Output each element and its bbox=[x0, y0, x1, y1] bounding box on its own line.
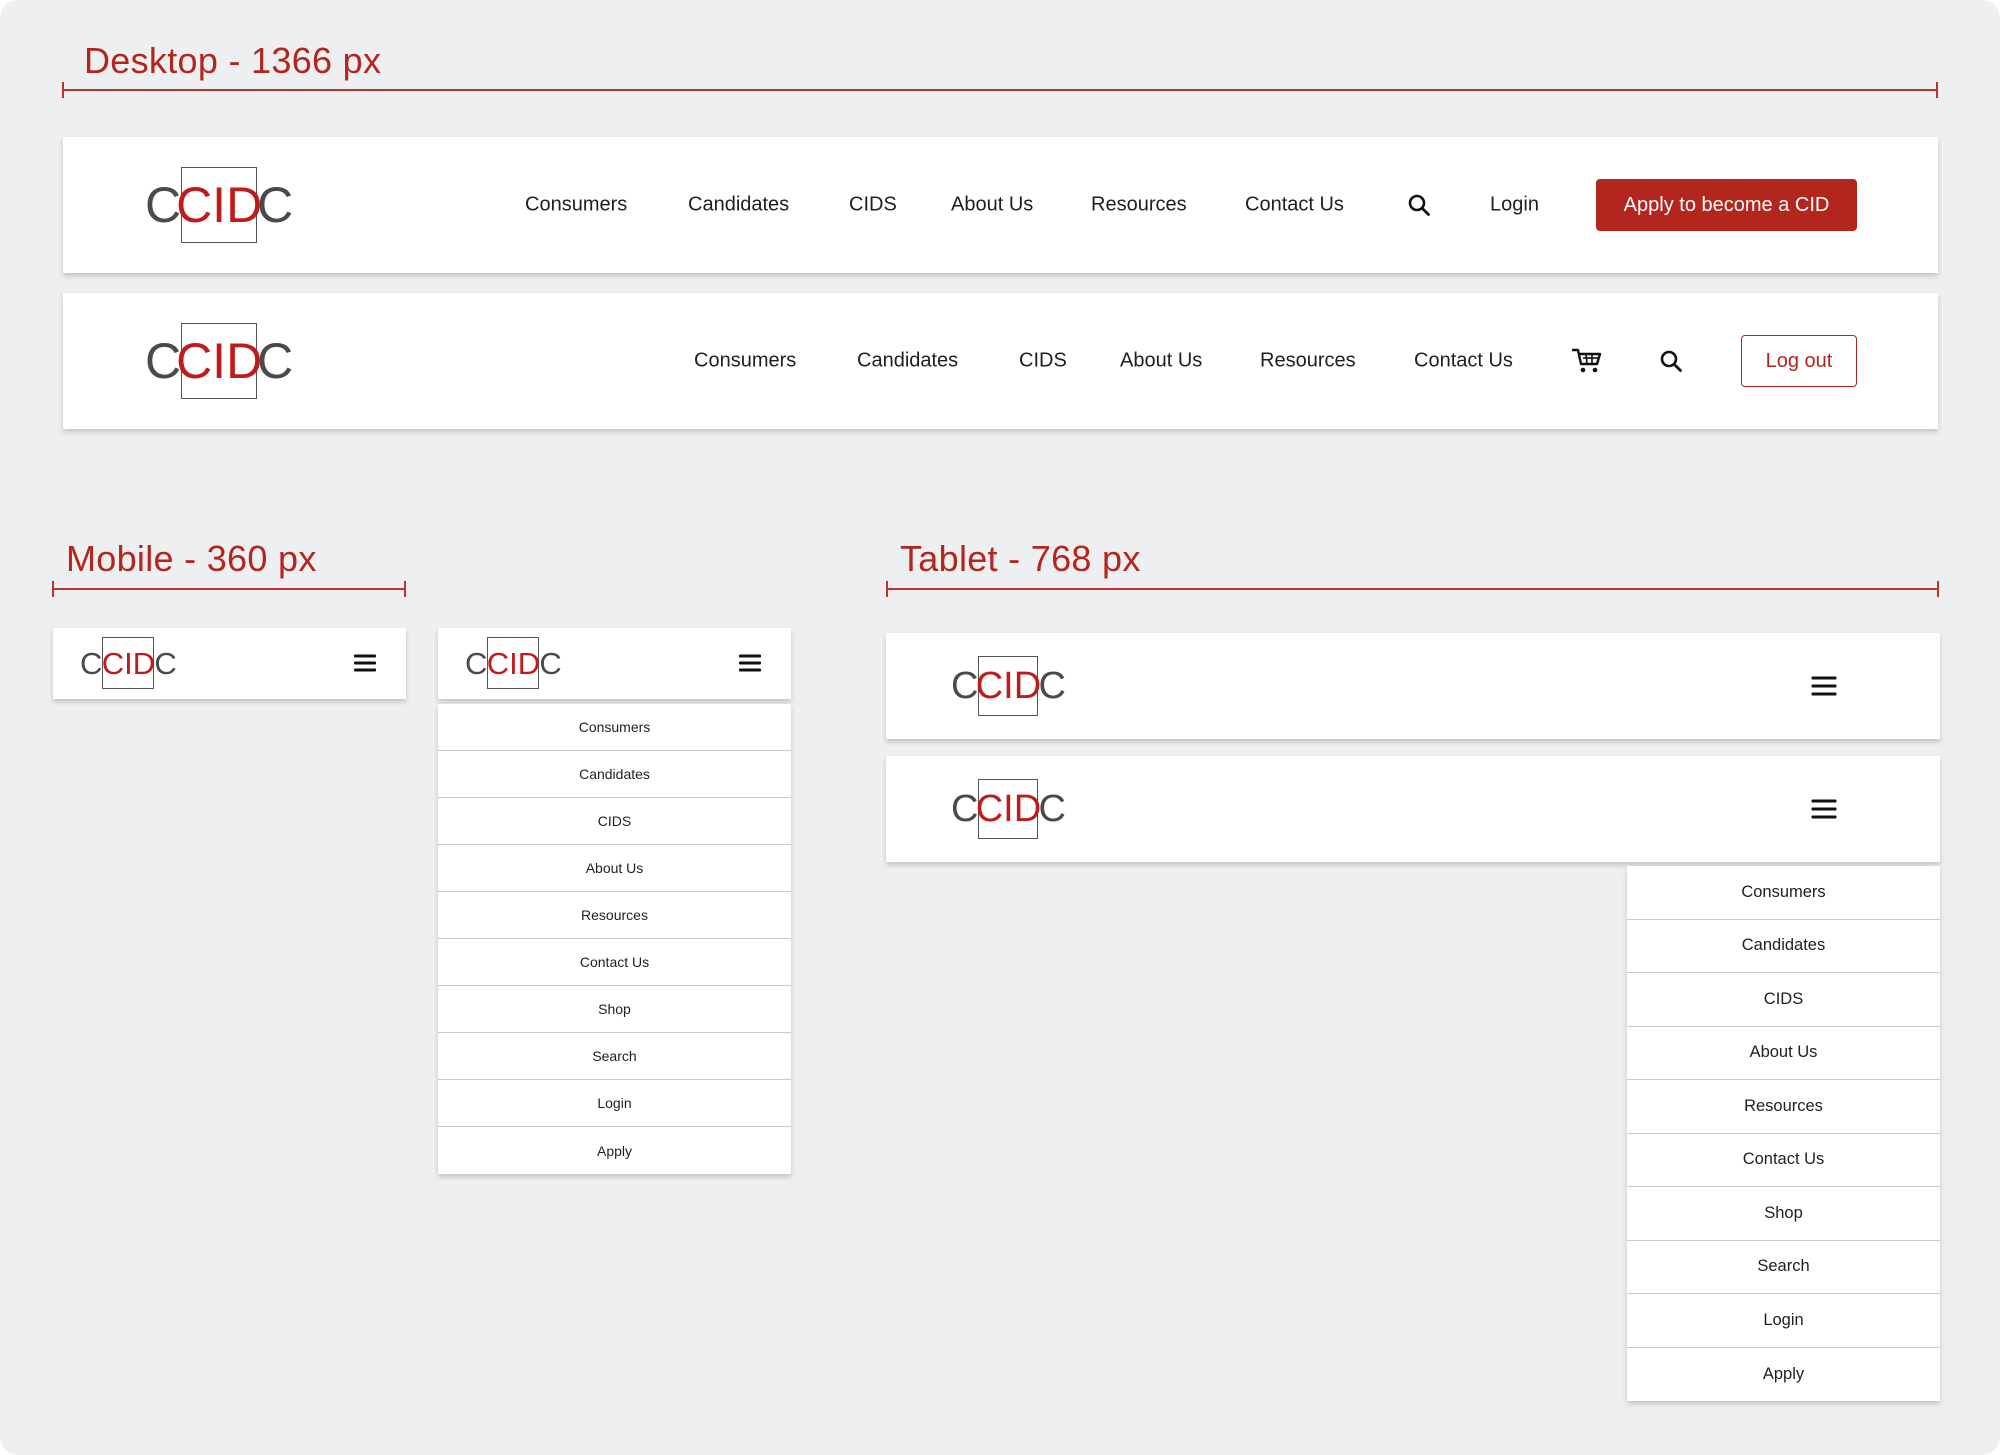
ccidc-logo[interactable]: C CID C bbox=[951, 779, 1066, 839]
logo-box: CID bbox=[976, 656, 1041, 716]
nav-contact-us[interactable]: Contact Us bbox=[1245, 194, 1344, 217]
artboard: Desktop - 1366 px C CID C Consumers Candid… bbox=[0, 0, 2000, 1455]
menu-item-shop[interactable]: Shop bbox=[438, 986, 791, 1033]
logo-box: CID bbox=[102, 637, 155, 689]
mobile-section-title: Mobile - 360 px bbox=[66, 538, 317, 579]
nav-consumers[interactable]: Consumers bbox=[694, 350, 796, 373]
nav-candidates[interactable]: Candidates bbox=[857, 350, 958, 373]
search-icon[interactable] bbox=[1407, 193, 1431, 217]
mobile-header-expanded: C CID C bbox=[438, 628, 791, 699]
menu-item-candidates[interactable]: Candidates bbox=[438, 751, 791, 798]
tablet-header-expanded: C CID C bbox=[886, 756, 1940, 862]
mobile-dropdown-menu: Consumers Candidates CIDS About Us Resou… bbox=[438, 704, 791, 1174]
menu-item-login[interactable]: Login bbox=[1627, 1294, 1940, 1348]
desktop-header-logged-in: C CID C Consumers Candidates CIDS About Us… bbox=[63, 293, 1938, 429]
tablet-header-collapsed: C CID C bbox=[886, 633, 1940, 739]
menu-item-consumers[interactable]: Consumers bbox=[438, 704, 791, 751]
menu-item-consumers[interactable]: Consumers bbox=[1627, 866, 1940, 920]
ccidc-logo[interactable]: C CID C bbox=[951, 656, 1066, 716]
desktop-section-title: Desktop - 1366 px bbox=[84, 40, 382, 81]
desktop-width-ruler bbox=[62, 82, 1938, 98]
logo-box: CID bbox=[487, 637, 540, 689]
logout-button[interactable]: Log out bbox=[1741, 335, 1857, 387]
nav-resources[interactable]: Resources bbox=[1260, 350, 1356, 373]
logo-box: CID bbox=[176, 323, 262, 399]
menu-item-cids[interactable]: CIDS bbox=[438, 798, 791, 845]
hamburger-menu-icon[interactable] bbox=[354, 654, 376, 672]
nav-about-us[interactable]: About Us bbox=[951, 194, 1033, 217]
tablet-width-ruler bbox=[886, 581, 1939, 597]
menu-item-login[interactable]: Login bbox=[438, 1080, 791, 1127]
mobile-width-ruler bbox=[52, 581, 406, 597]
ccidc-logo[interactable]: C CID C bbox=[145, 167, 293, 243]
tablet-section-title: Tablet - 768 px bbox=[900, 538, 1141, 579]
desktop-header-logged-out: C CID C Consumers Candidates CIDS About Us… bbox=[63, 137, 1938, 273]
menu-item-about-us[interactable]: About Us bbox=[1627, 1027, 1940, 1080]
menu-item-candidates[interactable]: Candidates bbox=[1627, 920, 1940, 973]
search-icon[interactable] bbox=[1659, 349, 1683, 373]
apply-button[interactable]: Apply to become a CID bbox=[1596, 179, 1857, 231]
hamburger-menu-icon[interactable] bbox=[1811, 676, 1837, 696]
menu-item-about-us[interactable]: About Us bbox=[438, 845, 791, 892]
nav-cids[interactable]: CIDS bbox=[849, 194, 897, 217]
ccidc-logo[interactable]: C CID C bbox=[145, 323, 293, 399]
logo-box: CID bbox=[176, 167, 262, 243]
login-link[interactable]: Login bbox=[1490, 194, 1539, 217]
ccidc-logo[interactable]: C CID C bbox=[80, 637, 177, 689]
menu-item-resources[interactable]: Resources bbox=[1627, 1080, 1940, 1134]
menu-item-shop[interactable]: Shop bbox=[1627, 1187, 1940, 1241]
nav-contact-us[interactable]: Contact Us bbox=[1414, 350, 1513, 373]
menu-item-contact-us[interactable]: Contact Us bbox=[1627, 1134, 1940, 1187]
mobile-header-collapsed: C CID C bbox=[53, 628, 406, 699]
menu-item-apply[interactable]: Apply bbox=[1627, 1348, 1940, 1402]
nav-consumers[interactable]: Consumers bbox=[525, 194, 627, 217]
ccidc-logo[interactable]: C CID C bbox=[465, 637, 562, 689]
nav-about-us[interactable]: About Us bbox=[1120, 350, 1202, 373]
menu-item-search[interactable]: Search bbox=[438, 1033, 791, 1080]
menu-item-cids[interactable]: CIDS bbox=[1627, 973, 1940, 1027]
logo-box: CID bbox=[976, 779, 1041, 839]
nav-resources[interactable]: Resources bbox=[1091, 194, 1187, 217]
menu-item-apply[interactable]: Apply bbox=[438, 1127, 791, 1174]
menu-item-contact-us[interactable]: Contact Us bbox=[438, 939, 791, 986]
hamburger-menu-icon[interactable] bbox=[739, 654, 761, 672]
menu-item-search[interactable]: Search bbox=[1627, 1241, 1940, 1294]
nav-cids[interactable]: CIDS bbox=[1019, 350, 1067, 373]
tablet-dropdown-menu: Consumers Candidates CIDS About Us Resou… bbox=[1627, 866, 1940, 1401]
nav-candidates[interactable]: Candidates bbox=[688, 194, 789, 217]
cart-icon[interactable] bbox=[1572, 348, 1602, 374]
hamburger-menu-icon[interactable] bbox=[1811, 799, 1837, 819]
menu-item-resources[interactable]: Resources bbox=[438, 892, 791, 939]
